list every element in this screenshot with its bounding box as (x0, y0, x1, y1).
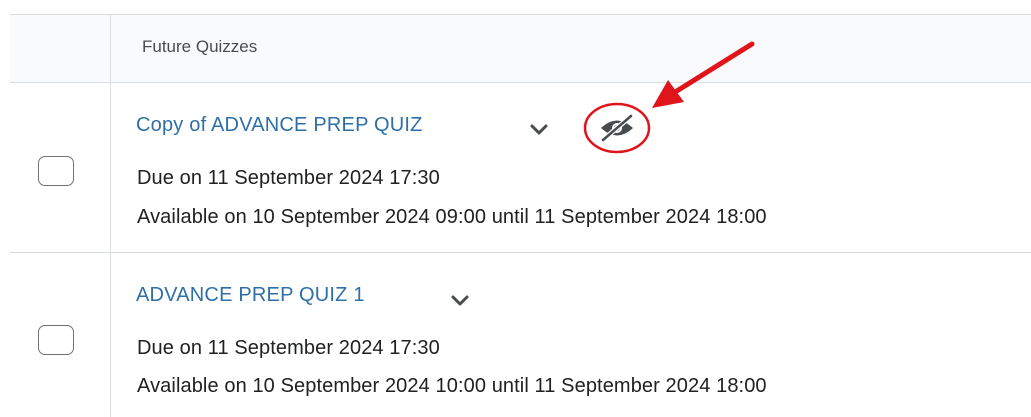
chevron-down-icon[interactable] (527, 117, 551, 141)
availability-text: Available on 10 September 2024 10:00 unt… (137, 375, 767, 397)
row-divider (10, 252, 1031, 253)
due-date-text: Due on 11 September 2024 17:30 (137, 337, 440, 359)
quiz-title-link[interactable]: ADVANCE PREP QUIZ 1 (136, 284, 365, 307)
availability-text: Available on 10 September 2024 09:00 unt… (137, 206, 767, 228)
section-heading: Future Quizzes (142, 37, 258, 56)
header-bottom-border (10, 82, 1031, 83)
row-select-checkbox[interactable] (38, 325, 74, 355)
quiz-title-link[interactable]: Copy of ADVANCE PREP QUIZ (136, 114, 423, 137)
row-select-checkbox[interactable] (38, 156, 74, 186)
table-header-row: Future Quizzes (10, 15, 1031, 82)
column-divider (110, 14, 111, 417)
due-date-text: Due on 11 September 2024 17:30 (137, 167, 440, 189)
quiz-table: Future Quizzes Copy of ADVANCE PREP QUIZ… (10, 14, 1031, 417)
chevron-down-icon[interactable] (448, 288, 472, 312)
annotation-arrow-icon (652, 41, 755, 108)
